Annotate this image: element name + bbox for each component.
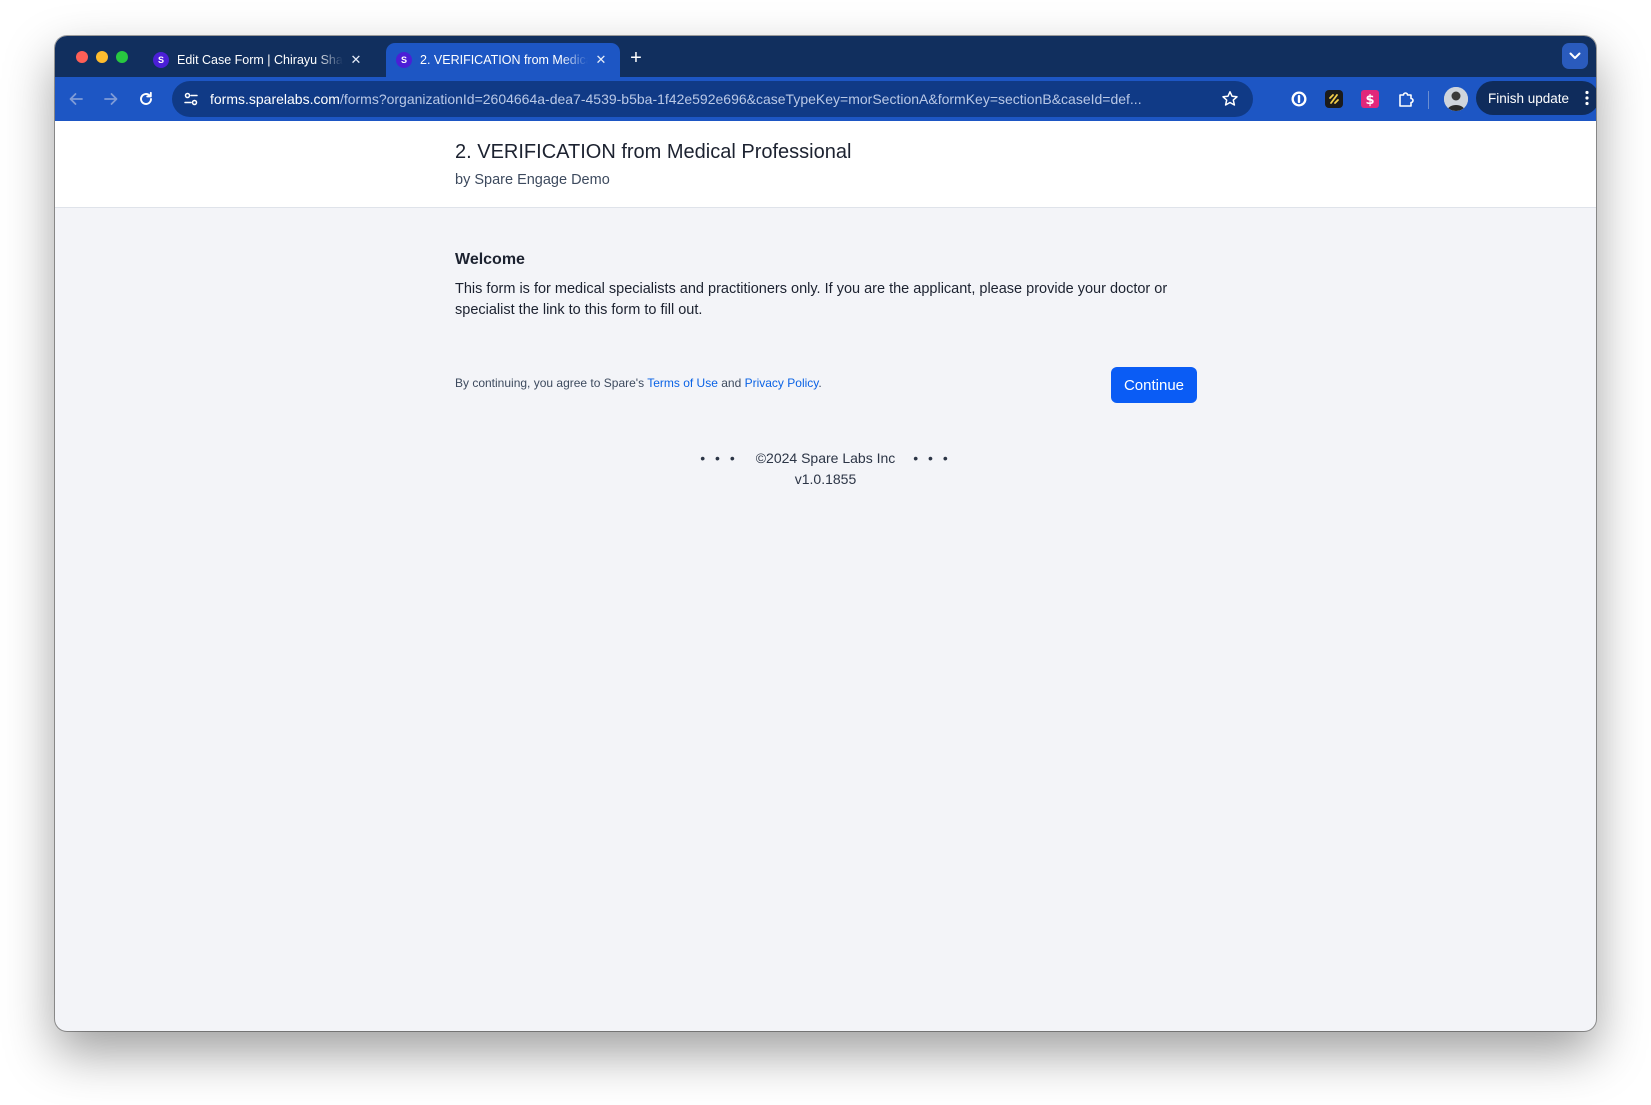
forward-icon[interactable] [98, 86, 124, 112]
extension-icon[interactable] [1323, 88, 1345, 110]
tab-strip: S Edit Case Form | Chirayu Shah ✕ S 2. V… [55, 36, 1596, 77]
finish-update-button[interactable]: Finish update [1476, 81, 1596, 115]
footer-dots-left: • • • [700, 450, 738, 466]
continue-button[interactable]: Continue [1111, 367, 1197, 403]
tab-edit-case-form[interactable]: S Edit Case Form | Chirayu Shah ✕ [143, 43, 375, 77]
spare-extension-icon[interactable]: $ [1359, 88, 1381, 110]
address-bar[interactable]: forms.sparelabs.com/forms?organizationId… [172, 81, 1253, 117]
spare-favicon-icon: S [396, 52, 412, 68]
new-tab-button[interactable]: + [625, 47, 647, 69]
footer-dots-right: • • • [913, 450, 951, 466]
spare-favicon-icon: S [153, 52, 169, 68]
svg-text:$: $ [1365, 93, 1374, 108]
page-footer: • • • ©2024 Spare Labs Inc • • • v1.0.18… [55, 448, 1596, 489]
tab-title: 2. VERIFICATION from Medical Professiona… [420, 53, 588, 67]
more-menu-icon[interactable] [1585, 90, 1589, 106]
minimize-window-button[interactable] [96, 51, 108, 63]
browser-toolbar: forms.sparelabs.com/forms?organizationId… [55, 77, 1596, 121]
tab-close-icon[interactable]: ✕ [347, 51, 365, 69]
extensions-puzzle-icon[interactable] [1395, 88, 1417, 110]
browser-window: S Edit Case Form | Chirayu Shah ✕ S 2. V… [55, 36, 1596, 1031]
form-header: 2. VERIFICATION from Medical Professiona… [55, 121, 1596, 208]
tab-title: Edit Case Form | Chirayu Shah [177, 53, 343, 67]
tab-verification-form[interactable]: S 2. VERIFICATION from Medical Professio… [386, 43, 620, 77]
consent-text: By continuing, you agree to Spare's Term… [455, 376, 822, 390]
terms-of-use-link[interactable]: Terms of Use [647, 376, 718, 390]
privacy-policy-link[interactable]: Privacy Policy [745, 376, 819, 390]
tab-close-icon[interactable]: ✕ [592, 51, 610, 69]
bookmark-star-icon[interactable] [1217, 86, 1243, 112]
tab-search-icon[interactable] [1562, 43, 1588, 69]
close-window-button[interactable] [76, 51, 88, 63]
page-title: 2. VERIFICATION from Medical Professiona… [455, 141, 852, 163]
toolbar-divider [1428, 91, 1429, 109]
footer-version: v1.0.1855 [794, 471, 857, 487]
finish-update-label: Finish update [1488, 90, 1570, 106]
site-info-icon[interactable] [178, 86, 204, 112]
welcome-heading: Welcome [455, 251, 525, 268]
footer-copyright: ©2024 Spare Labs Inc [755, 450, 896, 466]
reload-icon[interactable] [133, 86, 159, 112]
page-subtitle: by Spare Engage Demo [455, 172, 610, 188]
url-text[interactable]: forms.sparelabs.com/forms?organizationId… [210, 91, 1200, 107]
back-icon[interactable] [63, 86, 89, 112]
welcome-body: This form is for medical specialists and… [455, 281, 1168, 318]
profile-avatar-icon[interactable] [1444, 87, 1468, 111]
password-manager-icon[interactable] [1288, 88, 1310, 110]
maximize-window-button[interactable] [116, 51, 128, 63]
